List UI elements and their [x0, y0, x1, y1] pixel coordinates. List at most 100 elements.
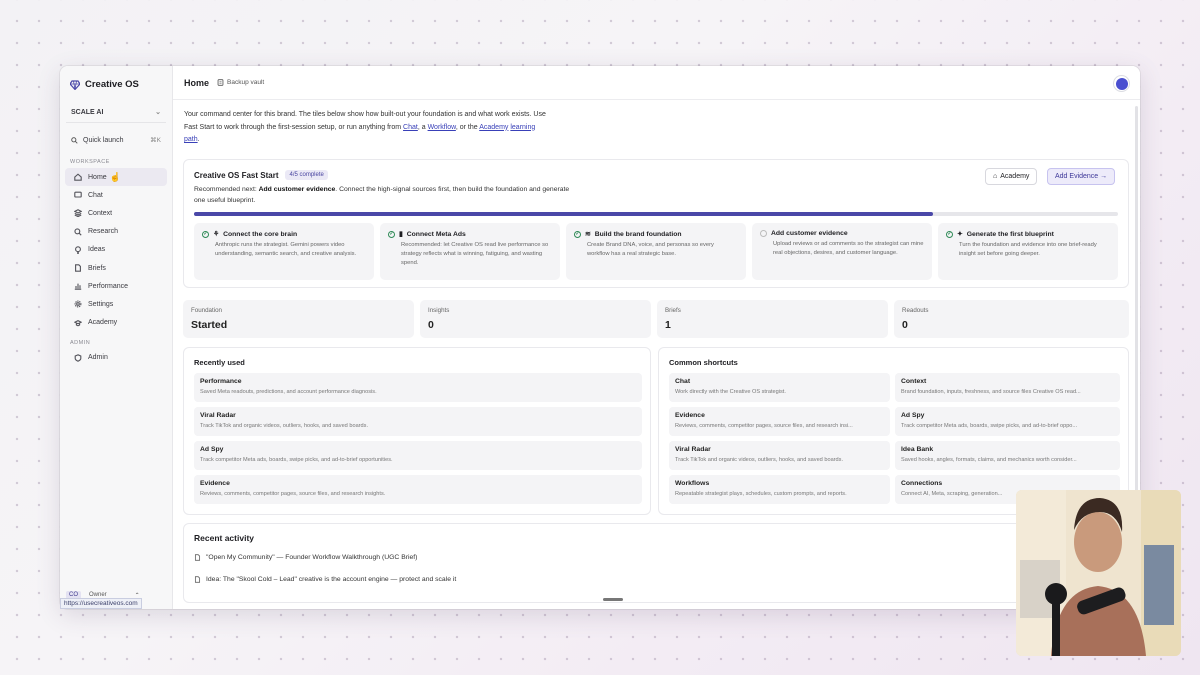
sidebar-item-briefs[interactable]: Briefs — [65, 259, 167, 277]
shortcut-idea-bank[interactable]: Idea Bank Saved hooks, angles, formats, … — [895, 441, 1120, 470]
fast-start-title: Creative OS Fast Start — [194, 170, 279, 180]
quick-launch-button[interactable]: Quick launch ⌘K — [66, 131, 166, 149]
recommendation-text: Recommended next: Add customer evidence.… — [194, 184, 574, 206]
sidebar-item-label: Performance — [88, 282, 129, 290]
page-title: Home — [184, 77, 210, 88]
layers-icon: ≋ — [585, 231, 591, 238]
item-title: Viral Radar — [200, 412, 236, 419]
shortcut-ad-spy[interactable]: Ad Spy Track competitor Meta ads, boards… — [895, 407, 1120, 436]
add-evidence-button[interactable]: Add Evidence → — [1047, 168, 1116, 185]
lightbulb-icon — [75, 246, 81, 254]
activity-item[interactable]: Idea: The "Skool Cold – Lead" creative i… — [194, 576, 456, 583]
item-title: Workflows — [675, 480, 710, 487]
mouse-cursor-icon: ☝ — [109, 171, 121, 182]
item-title: Ad Spy — [901, 412, 925, 419]
item-desc: Track TikTok and organic videos, outlier… — [675, 457, 844, 463]
stat-value: 0 — [902, 319, 908, 331]
item-title: Context — [901, 378, 927, 385]
item-desc: Saved Meta readouts, predictions, and ac… — [200, 389, 377, 395]
stat-value: 0 — [428, 319, 434, 331]
stat-tile-insights[interactable]: Insights 0 — [420, 300, 651, 338]
sidebar-item-context[interactable]: Context — [65, 204, 167, 222]
item-title: Viral Radar — [675, 446, 711, 453]
recently-used-panel: Recently used Performance Saved Meta rea… — [183, 347, 651, 515]
step-title: Generate the first blueprint — [966, 230, 1054, 238]
sidebar-item-ideas[interactable]: Ideas — [65, 241, 167, 259]
list-item[interactable]: Performance Saved Meta readouts, predict… — [194, 373, 642, 402]
step-title: Build the brand foundation — [594, 230, 682, 238]
intro-line-1: Your command center for this brand. The … — [184, 111, 532, 118]
intro-text: Your command center for this brand. The … — [173, 100, 563, 147]
workflow-link[interactable]: Workflow — [428, 124, 456, 131]
step-desc: Turn the foundation and evidence into on… — [959, 242, 1097, 257]
org-switcher[interactable]: SCALE AI ⌄ — [66, 102, 166, 123]
stat-tile-briefs[interactable]: Briefs 1 — [657, 300, 888, 338]
step-card[interactable]: ✓ ▮ Connect Meta Ads Recommended: let Crea… — [380, 223, 560, 280]
fast-start-card: Creative OS Fast Start 4/5 complete Reco… — [183, 159, 1129, 288]
academy-link[interactable]: Academy — [479, 124, 508, 131]
item-title: Evidence — [200, 480, 230, 487]
sidebar-item-home[interactable]: Home ☝ — [65, 168, 167, 187]
shortcut-workflows[interactable]: Workflows Repeatable strategist plays, s… — [669, 475, 890, 504]
brain-icon: ⚘ — [213, 231, 220, 238]
shortcut-chat[interactable]: Chat Work directly with the Creative OS … — [669, 373, 890, 402]
stat-value: Started — [191, 319, 228, 331]
item-title: Performance — [200, 378, 242, 385]
list-item[interactable]: Ad Spy Track competitor Meta ads, boards… — [194, 441, 642, 470]
chart-icon — [74, 283, 82, 290]
app-window: Creative OS SCALE AI ⌄ Quick launch ⌘K W… — [60, 66, 1140, 609]
activity-text: Idea: The "Skool Cold – Lead" creative i… — [206, 576, 457, 583]
sidebar-item-label: Briefs — [88, 264, 106, 272]
sidebar-item-chat[interactable]: Chat — [65, 186, 167, 204]
shortcut-evidence[interactable]: Evidence Reviews, comments, competitor p… — [669, 407, 890, 436]
stat-tile-foundation[interactable]: Foundation Started — [183, 300, 414, 338]
item-title: Idea Bank — [901, 446, 934, 453]
recent-activity-card: Recent activity "Open My Community" — Fo… — [183, 523, 1129, 603]
graduation-cap-icon — [74, 319, 82, 326]
chat-icon — [74, 191, 82, 198]
sidebar-item-research[interactable]: Research — [65, 223, 167, 241]
sidebar-item-admin[interactable]: Admin — [65, 349, 167, 367]
sidebar-item-performance[interactable]: Performance — [65, 277, 167, 295]
step-title: Connect Meta Ads — [406, 230, 466, 238]
chart-icon: ▮ — [399, 231, 403, 238]
document-icon — [194, 576, 201, 583]
stat-tile-readouts[interactable]: Readouts 0 — [894, 300, 1129, 338]
shortcut-viral-radar[interactable]: Viral Radar Track TikTok and organic vid… — [669, 441, 890, 470]
document-icon — [194, 554, 201, 561]
academy-button[interactable]: ⌂ Academy — [985, 168, 1038, 185]
backup-vault-link[interactable]: Backup vault — [217, 79, 264, 86]
webcam-presenter-image — [1016, 490, 1181, 656]
intro-sep-2: , or the — [455, 123, 480, 131]
shortcut-context[interactable]: Context Brand foundation, inputs, freshn… — [895, 373, 1120, 402]
list-item[interactable]: Viral Radar Track TikTok and organic vid… — [194, 407, 642, 436]
item-title: Chat — [675, 378, 691, 385]
workspace-section-label: WORKSPACE — [70, 159, 110, 165]
step-card[interactable]: Add customer evidence Upload reviews or … — [752, 223, 932, 280]
chat-link[interactable]: Chat — [403, 124, 418, 131]
shield-icon — [74, 353, 82, 362]
step-desc: Recommended: let Creative OS read live p… — [401, 242, 549, 266]
sidebar-item-settings[interactable]: Settings — [65, 295, 167, 313]
intro-end: . — [197, 136, 200, 144]
sidebar-item-label: Context — [88, 209, 113, 217]
list-item[interactable]: Evidence Reviews, comments, competitor p… — [194, 475, 642, 504]
step-card[interactable]: ✓ ✦ Generate the first blueprint Turn the … — [938, 223, 1118, 280]
step-card[interactable]: ✓ ≋ Build the brand foundation Create Bran… — [566, 223, 746, 280]
document-icon — [75, 264, 81, 272]
check-circle-icon: ✓ — [388, 230, 395, 238]
step-card[interactable]: ✓ ⚘ Connect the core brain Anthropic runs … — [194, 223, 374, 280]
item-desc: Reviews, comments, competitor pages, sou… — [675, 423, 853, 429]
drag-handle[interactable] — [603, 598, 623, 601]
item-title: Connections — [901, 480, 943, 487]
sidebar-item-academy[interactable]: Academy — [65, 314, 167, 332]
sidebar-item-label: Admin — [88, 354, 108, 362]
intro-sep-1: , a — [417, 123, 428, 131]
avatar[interactable] — [1113, 75, 1130, 92]
activity-item[interactable]: "Open My Community" — Founder Workflow W… — [194, 554, 417, 561]
rec-prefix: Recommended next: — [194, 186, 259, 193]
shortcuts-title: Common shortcuts — [669, 358, 738, 367]
item-desc: Brand foundation, inputs, freshness, and… — [901, 389, 1081, 395]
topbar: Home Backup vault — [173, 66, 1140, 100]
sidebar-item-label: Research — [88, 228, 118, 236]
